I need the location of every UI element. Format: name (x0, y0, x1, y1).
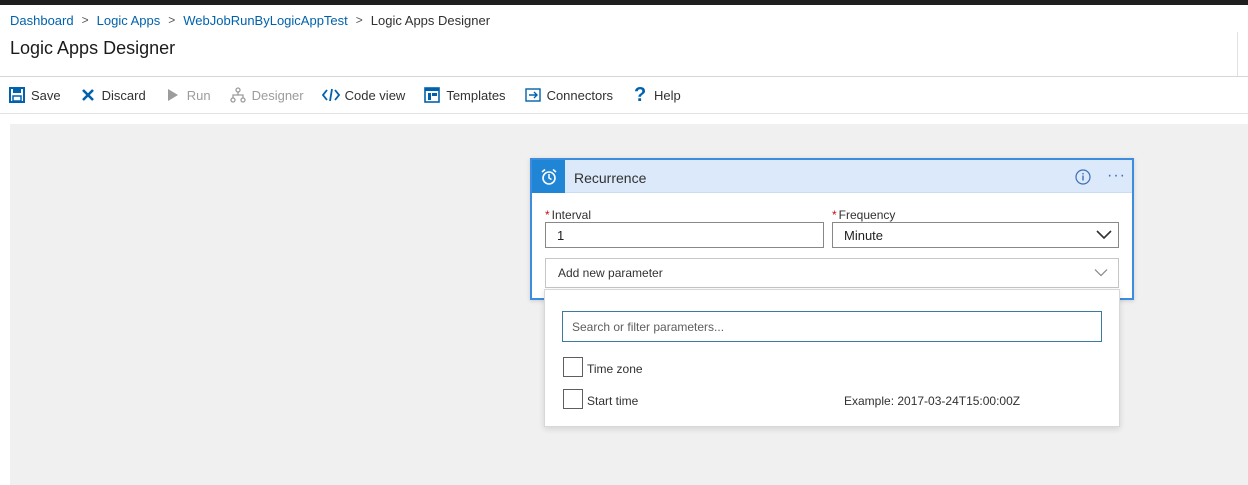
interval-label: * Interval (545, 208, 592, 222)
toolbar: Save Discard Run Designer Code view Temp… (8, 84, 699, 106)
code-icon (321, 86, 340, 104)
play-icon (164, 86, 182, 104)
connectors-button[interactable]: Connectors (524, 86, 613, 104)
card-title: Recurrence (574, 170, 647, 186)
interval-value: 1 (557, 227, 565, 243)
parameter-dropdown: Search or filter parameters... Time zone… (544, 289, 1120, 427)
save-icon (8, 86, 26, 104)
help-label: Help (654, 87, 681, 103)
hierarchy-icon (229, 86, 247, 104)
card-header[interactable]: Recurrence ··· (532, 160, 1132, 193)
chevron-right-icon: > (355, 13, 363, 27)
breadcrumb-current: Logic Apps Designer (370, 12, 491, 28)
start-time-checkbox[interactable] (563, 389, 583, 409)
add-new-parameter-select[interactable]: Add new parameter (545, 258, 1119, 288)
frequency-value: Minute (844, 227, 884, 243)
chevron-down-icon (1096, 230, 1112, 240)
breadcrumb-logic-app[interactable]: WebJobRunByLogicAppTest (183, 13, 348, 28)
connectors-label: Connectors (546, 87, 614, 103)
start-time-example: Example: 2017-03-24T15:00:00Z (844, 394, 1021, 408)
interval-field[interactable]: 1 (545, 222, 824, 248)
divider (1237, 32, 1238, 77)
chevron-right-icon: > (81, 13, 89, 27)
chevron-down-icon (1094, 269, 1108, 277)
top-bar (0, 0, 1248, 5)
breadcrumb: Dashboard > Logic Apps > WebJobRunByLogi… (10, 12, 490, 28)
help-button[interactable]: ? Help (631, 83, 681, 106)
discard-label: Discard (101, 87, 146, 103)
designer-label: Designer (251, 87, 304, 103)
save-button[interactable]: Save (8, 86, 61, 104)
add-parameter-label: Add new parameter (558, 266, 663, 280)
close-icon (79, 86, 97, 104)
start-time-label: Start time (587, 394, 639, 408)
save-label: Save (31, 87, 61, 103)
code-view-button[interactable]: Code view (321, 86, 406, 104)
help-icon: ? (633, 83, 647, 106)
templates-button[interactable]: Templates (423, 86, 506, 104)
breadcrumb-dashboard[interactable]: Dashboard (10, 13, 74, 28)
divider (0, 76, 1248, 77)
frequency-select[interactable]: Minute (832, 222, 1119, 248)
chevron-right-icon: > (168, 13, 176, 27)
page-title: Logic Apps Designer (10, 38, 176, 58)
code-view-label: Code view (344, 87, 406, 103)
time-zone-label: Time zone (587, 362, 643, 376)
run-button[interactable]: Run (164, 86, 211, 104)
time-zone-checkbox[interactable] (563, 357, 583, 377)
templates-label: Templates (446, 87, 506, 103)
templates-icon (423, 86, 441, 104)
connectors-icon (524, 86, 542, 104)
breadcrumb-logic-apps[interactable]: Logic Apps (97, 13, 161, 28)
info-icon[interactable] (1075, 169, 1091, 185)
search-parameters-input[interactable]: Search or filter parameters... (562, 311, 1102, 342)
more-options-icon[interactable]: ··· (1107, 168, 1126, 184)
discard-button[interactable]: Discard (79, 86, 146, 104)
designer-button[interactable]: Designer (229, 86, 304, 104)
alarm-clock-icon (532, 160, 565, 193)
search-placeholder: Search or filter parameters... (572, 319, 725, 334)
run-label: Run (186, 87, 211, 103)
frequency-label: * Frequency (832, 208, 896, 222)
divider (0, 113, 1248, 114)
